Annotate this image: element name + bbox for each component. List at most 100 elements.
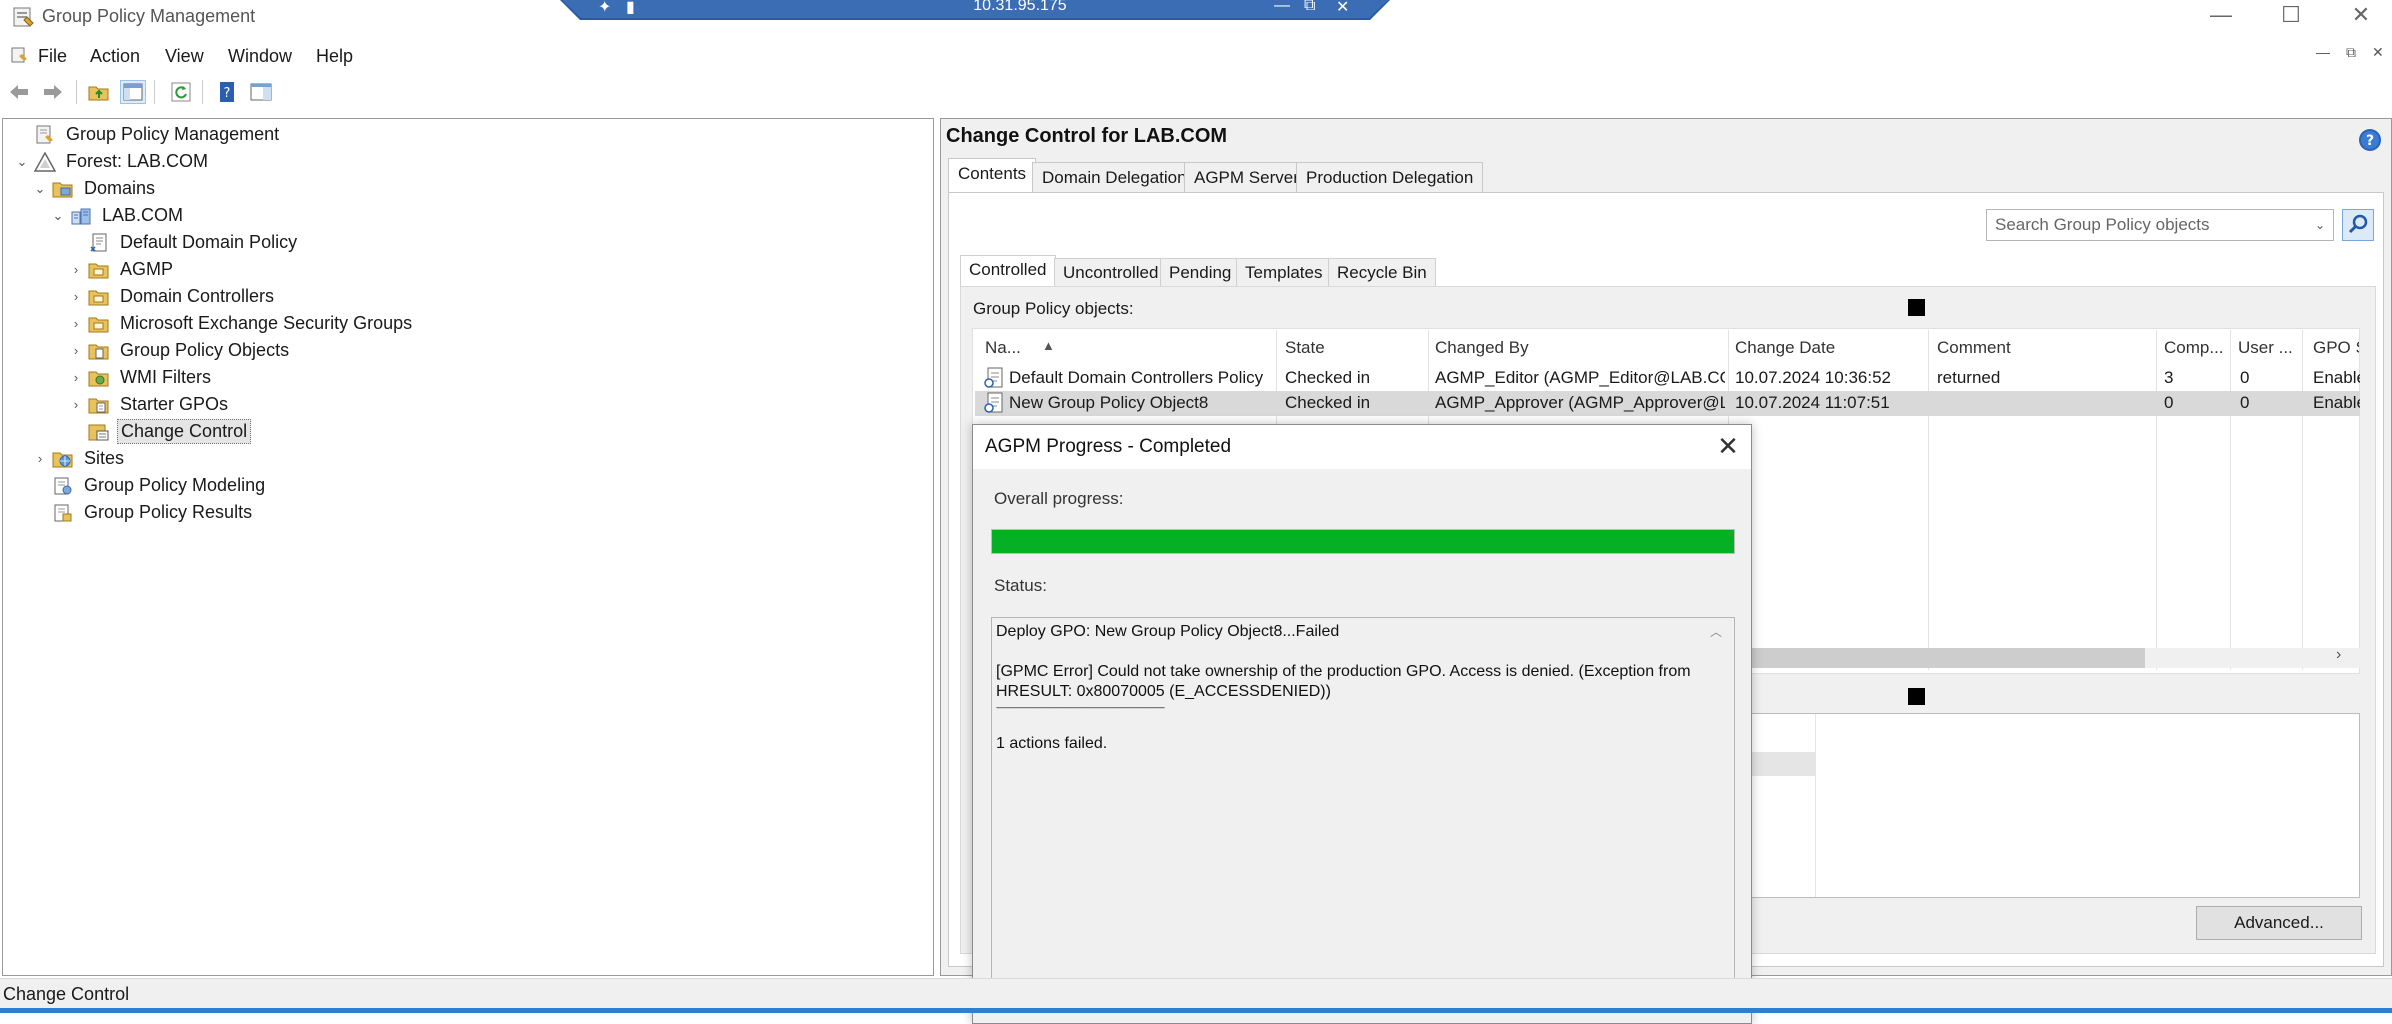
mdi-close-icon[interactable]: ✕ (2372, 44, 2384, 61)
gpo-comment: returned (1937, 368, 2001, 387)
column-header-computer[interactable]: Comp... (2164, 338, 2226, 358)
tree-item-label: Starter GPOs (120, 394, 229, 414)
status-line-blank (996, 714, 1706, 734)
column-header-changed-by[interactable]: Changed By (1435, 338, 1529, 358)
history-list (1750, 713, 2360, 898)
help-book-icon[interactable]: ? (214, 80, 240, 104)
menu-help[interactable]: Help (314, 44, 355, 69)
tree-item-label: WMI Filters (120, 367, 211, 387)
mdi-restore-icon[interactable]: ⧉ (2346, 44, 2356, 61)
chevron-right-icon[interactable]: › (65, 370, 87, 385)
column-header-state[interactable]: State (1285, 338, 1325, 358)
tree-item-label: Change Control (117, 419, 252, 444)
chevron-right-icon[interactable]: › (65, 262, 87, 277)
scrollbar-thumb[interactable] (1750, 648, 2145, 668)
help-icon[interactable]: ? (2358, 128, 2382, 152)
tree-item-group-policy-objects[interactable]: › Group Policy Objects (3, 337, 933, 364)
status-log[interactable]: Deploy GPO: New Group Policy Object8...F… (991, 617, 1735, 1013)
tab-agpm-server[interactable]: AGPM Server (1184, 162, 1309, 192)
gpo-change-date: 10.07.2024 11:07:51 (1735, 393, 1890, 412)
tree-item-group-policy-modeling[interactable]: Group Policy Modeling (3, 472, 933, 499)
status-line: Deploy GPO: New Group Policy Object8...F… (996, 623, 1340, 640)
toolbar-separator (154, 80, 155, 104)
pin-icon[interactable]: ✦ (598, 0, 611, 17)
gpo-icon (984, 367, 1006, 394)
rdp-restore-icon[interactable]: ⧉ (1304, 0, 1315, 15)
column-header-user[interactable]: User ... (2238, 338, 2298, 358)
menu-window[interactable]: Window (226, 44, 294, 69)
taskbar-edge (0, 1008, 2392, 1013)
column-header-comment[interactable]: Comment (1937, 338, 2011, 358)
back-arrow-icon[interactable] (6, 80, 32, 104)
menu-view[interactable]: View (163, 44, 206, 69)
history-row-selected[interactable] (1750, 752, 1816, 776)
status-line: 1 actions failed. (996, 735, 1108, 752)
advanced-button[interactable]: Advanced... (2196, 906, 2362, 940)
subtab-recycle-bin[interactable]: Recycle Bin (1328, 258, 1436, 286)
minimize-button[interactable]: — (2196, 2, 2246, 30)
tree-item-wmi-filters[interactable]: › WMI Filters (3, 364, 933, 391)
tree-item-lab-com[interactable]: ⌄ LAB.COM (3, 202, 933, 229)
up-folder-icon[interactable] (86, 80, 112, 104)
subtab-pending[interactable]: Pending (1160, 258, 1241, 286)
chevron-down-icon[interactable]: ⌄ (11, 154, 33, 170)
tree-item-label: Domains (84, 178, 156, 198)
subtab-uncontrolled[interactable]: Uncontrolled (1054, 258, 1168, 286)
status-line: [GPMC Error] Could not take ownership of… (996, 663, 1691, 700)
action-pane-icon[interactable] (248, 80, 274, 104)
dialog-close-icon[interactable]: ✕ (1712, 430, 1744, 462)
menu-action[interactable]: Action (88, 44, 142, 69)
page-title: Change Control for LAB.COM (946, 125, 1228, 147)
gpo-folder-icon (87, 340, 111, 362)
chevron-right-icon[interactable]: › (65, 397, 87, 412)
tree-item-domains[interactable]: ⌄ Domains (3, 175, 933, 202)
tree-item-default-domain-policy[interactable]: Default Domain Policy (3, 229, 933, 256)
search-button[interactable] (2342, 209, 2374, 241)
tab-production-delegation[interactable]: Production Delegation (1296, 162, 1484, 192)
chevron-right-icon[interactable]: › (65, 343, 87, 358)
tree-item-group-policy-results[interactable]: Group Policy Results (3, 499, 933, 526)
dialog-title: AGPM Progress - Completed (985, 436, 1232, 457)
tree-item-label: Forest: LAB.COM (66, 151, 209, 171)
tree-item-starter-gpos[interactable]: › Starter GPOs (3, 391, 933, 418)
tree-item-sites[interactable]: › Sites (3, 445, 933, 472)
gpo-state: Checked in (1285, 393, 1371, 412)
chevron-right-icon[interactable]: › (65, 289, 87, 304)
forward-arrow-icon[interactable] (40, 80, 66, 104)
tree-item-forest-lab-com[interactable]: ⌄ Forest: LAB.COM (3, 148, 933, 175)
maximize-button[interactable]: ☐ (2266, 2, 2316, 30)
search-input[interactable]: Search Group Policy objects (1986, 209, 2334, 241)
subtab-controlled[interactable]: Controlled (960, 255, 1056, 286)
chevron-down-icon[interactable]: ⌄ (2306, 209, 2334, 241)
show-hide-tree-icon[interactable] (120, 80, 146, 104)
tree-item-agmp[interactable]: › AGMP (3, 256, 933, 283)
gpo-link-icon (87, 232, 111, 254)
tab-domain-delegation[interactable]: Domain Delegation (1032, 162, 1197, 192)
gpo-state: Checked in (1285, 368, 1371, 387)
svg-text:?: ? (2366, 133, 2374, 149)
refresh-icon[interactable] (168, 80, 194, 104)
chevron-right-icon[interactable]: › (65, 316, 87, 331)
scroll-up-icon[interactable]: ︿ (1710, 623, 1722, 640)
column-header-change-date[interactable]: Change Date (1735, 338, 1835, 358)
signal-icon: ▮ (626, 0, 635, 16)
tab-contents[interactable]: Contents (948, 158, 1037, 192)
menu-file[interactable]: File (36, 44, 69, 69)
column-header-gpo-status[interactable]: GPO S (2313, 338, 2359, 358)
chevron-down-icon[interactable]: ⌄ (29, 181, 51, 197)
column-header-name[interactable]: Na... (985, 338, 1021, 358)
rdp-minimize-icon[interactable]: — (1274, 0, 1290, 15)
tree-item-change-control[interactable]: Change Control (3, 418, 933, 445)
tree-item-microsoft-exchange-security-groups[interactable]: › Microsoft Exchange Security Groups (3, 310, 933, 337)
subtab-templates[interactable]: Templates (1236, 258, 1332, 286)
tree-item-group-policy-management[interactable]: Group Policy Management (3, 121, 933, 148)
close-button[interactable]: ✕ (2336, 2, 2386, 30)
tree-item-domain-controllers[interactable]: › Domain Controllers (3, 283, 933, 310)
rdp-close-icon[interactable]: ✕ (1336, 0, 1349, 17)
chevron-down-icon[interactable]: ⌄ (47, 208, 69, 224)
status-label: Status: (994, 576, 1047, 595)
chevron-right-icon[interactable]: › (29, 451, 51, 466)
mdi-minimize-icon[interactable]: — (2316, 44, 2330, 60)
console-tree: Group Policy Management ⌄ Forest: LAB.COM ⌄… (2, 118, 934, 976)
scroll-right-icon[interactable]: › (2336, 646, 2341, 664)
